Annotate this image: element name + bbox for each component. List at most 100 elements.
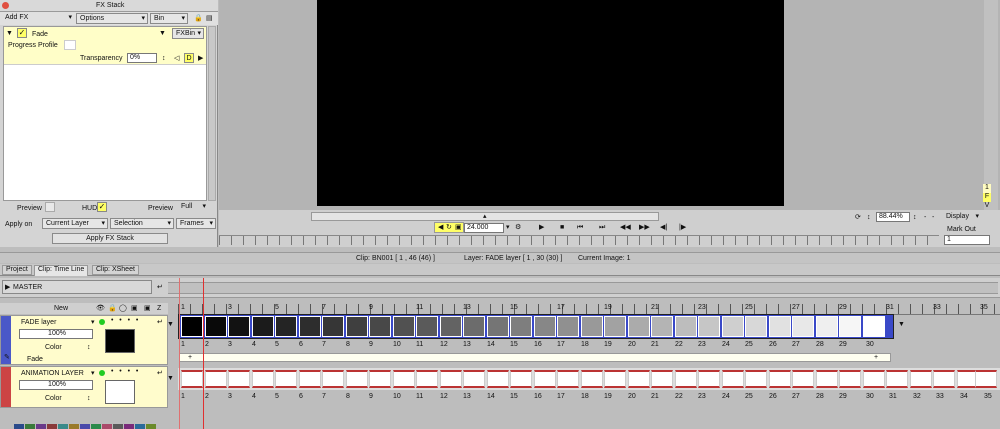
fade-end-icon[interactable]: ▼ — [898, 320, 905, 329]
scroll-thumb-icon[interactable]: ▴ — [483, 212, 487, 221]
tab-clip-time-line[interactable]: Clip: Time Line — [34, 265, 89, 276]
fade-checkbox[interactable]: ✓ — [17, 28, 27, 38]
zoom-out-icon[interactable]: - — [924, 213, 926, 222]
anim-frame[interactable] — [675, 370, 697, 388]
folder-icon[interactable]: ▤ — [206, 14, 213, 23]
palette-swatch[interactable] — [25, 424, 35, 429]
fade-frame[interactable] — [369, 316, 391, 337]
eye-icon[interactable]: 👁 — [96, 304, 105, 313]
anim-frame[interactable] — [346, 370, 368, 388]
fade-frame[interactable] — [275, 316, 297, 337]
palette-swatch[interactable] — [124, 424, 134, 429]
close-icon[interactable] — [2, 2, 9, 9]
preview-quality-dropdown[interactable]: Full — [178, 202, 208, 213]
palette-swatch[interactable] — [36, 424, 46, 429]
fx-bar-end[interactable]: + — [874, 353, 878, 362]
frames-dropdown[interactable]: Frames — [176, 218, 216, 229]
first-frame-icon[interactable]: ⏮ — [577, 223, 583, 232]
layer-menu-icon[interactable]: ▾ — [91, 369, 95, 378]
fade-frame[interactable] — [299, 316, 321, 337]
loop-icon[interactable]: ↻ — [446, 223, 452, 232]
anim-frame[interactable] — [440, 370, 462, 388]
anim-frame[interactable] — [393, 370, 415, 388]
anim-frame[interactable] — [863, 370, 885, 388]
fx-sub-track[interactable]: + + — [179, 353, 891, 362]
anim-frame[interactable] — [181, 370, 203, 388]
fx-dropdown-icon[interactable]: ▼ — [159, 29, 166, 38]
preview-checkbox[interactable] — [45, 202, 55, 212]
anim-frame[interactable] — [534, 370, 556, 388]
anim-frame[interactable] — [628, 370, 650, 388]
fade-frame[interactable] — [322, 316, 344, 337]
anim-frame[interactable] — [463, 370, 485, 388]
anim-expand-icon[interactable]: ▼ — [167, 374, 174, 383]
layer-opacity-input[interactable]: 100% — [19, 380, 93, 390]
anim-frame[interactable] — [275, 370, 297, 388]
anim-frame[interactable] — [322, 370, 344, 388]
fps-settings-icon[interactable]: ⚙ — [515, 223, 521, 232]
lock-icon[interactable]: 🔒 — [194, 14, 203, 23]
fade-frame[interactable] — [816, 316, 838, 337]
play-icon[interactable]: ▶ — [539, 223, 544, 232]
anim-frame[interactable] — [698, 370, 720, 388]
onion-icon[interactable]: ▣ — [455, 223, 462, 232]
anim-frame[interactable] — [252, 370, 274, 388]
layer-name[interactable]: FADE layer — [21, 318, 56, 327]
anim-frame[interactable] — [510, 370, 532, 388]
fps-dropdown-icon[interactable]: ▾ — [506, 223, 510, 232]
fps-input[interactable]: 24.000 — [464, 223, 504, 233]
fxbin-dropdown[interactable]: FXBin — [172, 28, 204, 39]
fade-frame[interactable] — [745, 316, 767, 337]
fade-frame[interactable] — [463, 316, 485, 337]
fade-frame[interactable] — [205, 316, 227, 337]
anim-frame[interactable] — [816, 370, 838, 388]
apply-on-dropdown[interactable]: Current Layer — [42, 218, 108, 229]
palette-swatch[interactable] — [69, 424, 79, 429]
palette-swatch[interactable] — [91, 424, 101, 429]
zoom-stepper-icon[interactable]: ↕ — [913, 213, 917, 222]
fade-frame[interactable] — [769, 316, 791, 337]
last-frame-icon[interactable]: ⏭ — [599, 223, 605, 232]
options-menu[interactable]: Options — [76, 13, 148, 24]
apply-fx-stack-button[interactable]: Apply FX Stack — [52, 233, 168, 244]
anim-frame[interactable] — [651, 370, 673, 388]
anim-frame[interactable] — [604, 370, 626, 388]
next-key-icon[interactable]: ▶ — [198, 54, 203, 63]
fade-frame[interactable] — [228, 316, 250, 337]
anim-frame[interactable] — [839, 370, 861, 388]
palette-swatch[interactable] — [113, 424, 123, 429]
next-key-icon[interactable]: ▶▶ — [639, 223, 650, 232]
palette-swatch[interactable] — [135, 424, 145, 429]
d-button[interactable]: D — [184, 53, 194, 63]
zoom-input[interactable]: 88.44% — [876, 212, 910, 222]
next-marker-icon[interactable]: |▶ — [679, 223, 686, 232]
viewer-canvas[interactable] — [317, 0, 784, 206]
display-dropdown[interactable]: Display — [943, 212, 981, 223]
visible-dot[interactable] — [99, 319, 105, 325]
palette-swatch[interactable] — [80, 424, 90, 429]
expand-icon[interactable]: ▼ — [6, 29, 13, 38]
visible-dot[interactable] — [99, 370, 105, 376]
fade-frame[interactable] — [416, 316, 438, 337]
viewer-ruler[interactable] — [219, 235, 939, 245]
fade-frame[interactable] — [863, 316, 885, 337]
palette-swatch[interactable] — [14, 424, 24, 429]
prev-key-icon[interactable]: ◀◀ — [620, 223, 631, 232]
palette-swatch[interactable] — [58, 424, 68, 429]
palette-swatch[interactable] — [102, 424, 112, 429]
anim-frame[interactable] — [933, 370, 955, 388]
anim-frame[interactable] — [557, 370, 579, 388]
layer-opacity-input[interactable]: 100% — [19, 329, 93, 339]
bulb-icon[interactable]: ◯ — [119, 304, 127, 313]
stepper-icon[interactable]: ↕ — [162, 54, 166, 63]
fade-frame[interactable] — [628, 316, 650, 337]
fade-frame[interactable] — [440, 316, 462, 337]
hud-checkbox[interactable]: ✓ — [97, 202, 107, 212]
fade-frame[interactable] — [557, 316, 579, 337]
stop-icon[interactable]: ■ — [560, 223, 564, 232]
selection-dropdown[interactable]: Selection — [110, 218, 174, 229]
zoom-in-icon[interactable]: - — [932, 213, 934, 222]
add-fx-menu[interactable]: Add FX — [2, 13, 74, 24]
anim-frame[interactable] — [205, 370, 227, 388]
box-icon[interactable]: ▣ — [144, 304, 151, 313]
